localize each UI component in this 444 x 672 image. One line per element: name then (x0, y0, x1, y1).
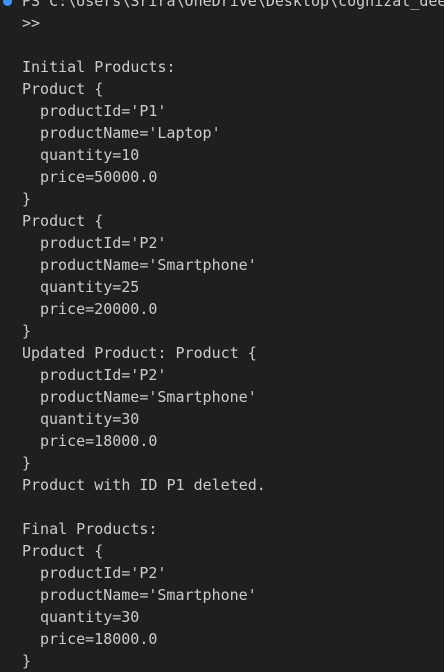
output-line: productId='P2' (40, 366, 167, 384)
output-line: productName='Smartphone' (40, 388, 257, 406)
output-line: Product { (22, 80, 104, 98)
output-line: } (22, 652, 32, 670)
output-line: Final Products: (22, 520, 158, 538)
output-line: price=18000.0 (40, 630, 158, 648)
output-line: Product { (22, 542, 104, 560)
terminal-panel[interactable]: PS C:\Users\Srira\OneDrive\Desktop\cogni… (0, 0, 444, 672)
output-line: Product with ID P1 deleted. (22, 476, 266, 494)
output-line: price=18000.0 (40, 432, 158, 450)
output-line: quantity=30 (40, 410, 140, 428)
command-decoration-icon[interactable] (3, 0, 12, 6)
output-line: price=50000.0 (40, 168, 158, 186)
output-line: quantity=25 (40, 278, 140, 296)
output-line: } (22, 454, 32, 472)
terminal-output: PS C:\Users\Srira\OneDrive\Desktop\cogni… (22, 0, 444, 672)
prompt-line: >> (22, 14, 41, 32)
output-line: productName='Smartphone' (40, 256, 257, 274)
output-line: productId='P2' (40, 564, 167, 582)
output-line: productId='P2' (40, 234, 167, 252)
prompt-line: PS C:\Users\Srira\OneDrive\Desktop\cogni… (22, 0, 444, 10)
output-line: Updated Product: Product { (22, 344, 257, 362)
output-line: productName='Laptop' (40, 124, 221, 142)
output-line: quantity=30 (40, 608, 140, 626)
output-line: } (22, 322, 32, 340)
output-line: Initial Products: (22, 58, 176, 76)
output-line: quantity=10 (40, 146, 140, 164)
output-line: productId='P1' (40, 102, 167, 120)
output-line: productName='Smartphone' (40, 586, 257, 604)
output-line: } (22, 190, 32, 208)
output-line: Product { (22, 212, 104, 230)
output-line: price=20000.0 (40, 300, 158, 318)
